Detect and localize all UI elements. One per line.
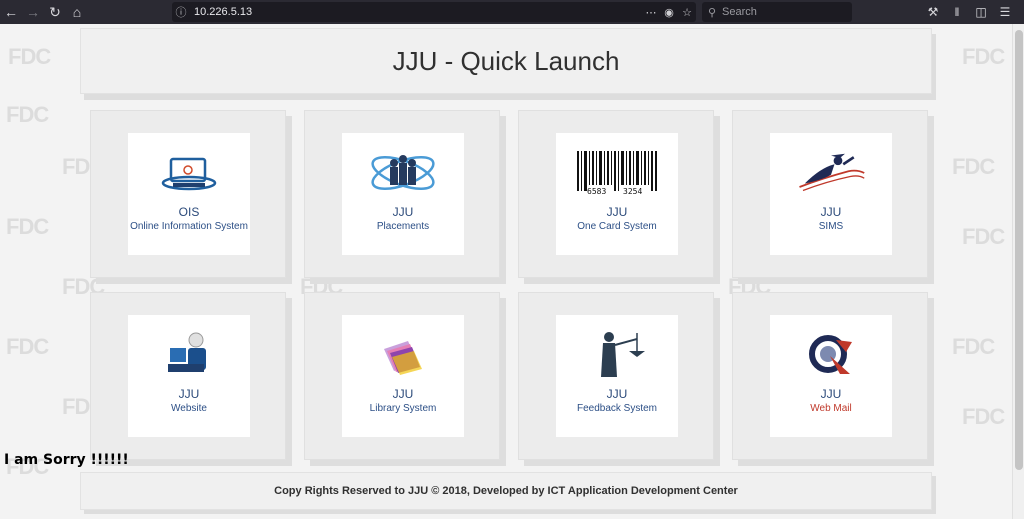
tile-website[interactable]: JJU Website xyxy=(90,292,286,460)
tile-card[interactable]: JJU SIMS xyxy=(770,133,892,255)
search-input[interactable]: ⚲ Search xyxy=(702,2,852,22)
watermark: FDC xyxy=(962,404,1005,429)
copyright-text: Copy Rights Reserved to JJU © 2018, Deve… xyxy=(274,485,738,497)
people-orbit-icon xyxy=(368,145,438,201)
tile-subtitle: Library System xyxy=(369,403,437,414)
tile-card[interactable]: JJU Feedback System xyxy=(556,315,678,437)
browser-toolbar: ← → ↻ ⌂ ⓘ 10.226.5.13 ⋯ ◉ ☆ ⚲ Search ⚒ ‖… xyxy=(0,0,1024,24)
tile-card[interactable]: JJU Website xyxy=(128,315,250,437)
tile-title: JJU xyxy=(178,387,200,401)
library-icon[interactable]: ‖ xyxy=(948,5,966,19)
tile-subtitle: Online Information System xyxy=(130,221,248,232)
tile-card[interactable]: JJU Library System xyxy=(342,315,464,437)
watermark: FDC xyxy=(952,334,995,359)
books-icon xyxy=(368,327,438,383)
user-at-computer-icon xyxy=(154,327,224,383)
justice-scale-icon xyxy=(582,327,652,383)
tile-subtitle: Feedback System xyxy=(576,403,658,414)
info-icon[interactable]: ⓘ xyxy=(172,4,190,20)
sidebar-icon[interactable]: ◫ xyxy=(972,5,990,19)
graduate-runner-icon xyxy=(796,145,866,201)
tile-subtitle: Website xyxy=(171,403,207,414)
url-text[interactable]: 10.226.5.13 xyxy=(194,6,642,18)
back-arrow-icon[interactable]: ← xyxy=(0,0,22,24)
page-footer: Copy Rights Reserved to JJU © 2018, Deve… xyxy=(80,472,932,510)
tile-title: JJU xyxy=(820,387,842,401)
home-icon[interactable]: ⌂ xyxy=(66,0,88,24)
tile-webmail[interactable]: JJU Web Mail xyxy=(732,292,928,460)
tile-title: JJU xyxy=(392,205,414,219)
tile-title: JJU xyxy=(820,205,842,219)
tile-title: JJU xyxy=(392,387,414,401)
barcode-number-left: 6583 xyxy=(587,187,606,195)
mail-logo-icon xyxy=(796,327,866,383)
menu-icon[interactable]: ☰ xyxy=(996,5,1014,19)
vertical-scrollbar[interactable] xyxy=(1012,24,1024,519)
tile-one-card[interactable]: 6583 3254 JJU One Card System xyxy=(518,110,714,278)
scrollbar-thumb[interactable] xyxy=(1015,30,1023,470)
tile-card[interactable]: OIS Online Information System xyxy=(128,133,250,255)
watermark: FDC xyxy=(6,102,49,127)
wrench-icon[interactable]: ⚒ xyxy=(924,5,942,19)
tile-subtitle: SIMS xyxy=(818,221,844,232)
tile-subtitle: One Card System xyxy=(577,221,657,232)
tile-feedback[interactable]: JJU Feedback System xyxy=(518,292,714,460)
tile-sims[interactable]: JJU SIMS xyxy=(732,110,928,278)
tile-ois[interactable]: OIS Online Information System xyxy=(90,110,286,278)
tile-title: JJU xyxy=(606,387,628,401)
watermark: FDC xyxy=(952,154,995,179)
tile-card[interactable]: JJU Web Mail xyxy=(770,315,892,437)
tile-title: OIS xyxy=(178,205,200,219)
bookmark-star-icon[interactable]: ☆ xyxy=(678,6,696,19)
url-bar[interactable]: ⓘ 10.226.5.13 ⋯ ◉ ☆ xyxy=(172,2,696,22)
watermark: FDC xyxy=(962,224,1005,249)
toolbar-tools: ⚒ ‖ ◫ ☰ xyxy=(924,0,1014,24)
page-content: FDC FDC FDC FDC FDC FDC FDC FDC FDC FDC … xyxy=(0,24,1012,519)
search-icon: ⚲ xyxy=(707,6,717,19)
page-title: JJU - Quick Launch xyxy=(392,45,620,76)
computer-icon xyxy=(154,145,224,201)
page-header: JJU - Quick Launch xyxy=(80,28,932,94)
tile-card[interactable]: 6583 3254 JJU One Card System xyxy=(556,133,678,255)
watermark: FDC xyxy=(6,334,49,359)
barcode-number-right: 3254 xyxy=(623,187,642,195)
search-placeholder[interactable]: Search xyxy=(722,6,757,18)
tile-subtitle: Placements xyxy=(376,221,430,232)
barcode-icon: 6583 3254 xyxy=(577,145,657,201)
watermark: FDC xyxy=(6,214,49,239)
reload-icon[interactable]: ↻ xyxy=(44,0,66,24)
tile-subtitle: Web Mail xyxy=(810,403,852,414)
pocket-icon[interactable]: ◉ xyxy=(660,6,678,19)
notice-text: I am Sorry !!!!!! xyxy=(4,452,129,468)
tile-card[interactable]: JJU Placements xyxy=(342,133,464,255)
tile-placements[interactable]: JJU Placements xyxy=(304,110,500,278)
watermark: FDC xyxy=(962,44,1005,69)
watermark: FDC xyxy=(8,44,51,69)
tile-title: JJU xyxy=(606,205,628,219)
forward-arrow-icon[interactable]: → xyxy=(22,0,44,24)
more-actions-icon[interactable]: ⋯ xyxy=(642,6,660,19)
tile-library[interactable]: JJU Library System xyxy=(304,292,500,460)
